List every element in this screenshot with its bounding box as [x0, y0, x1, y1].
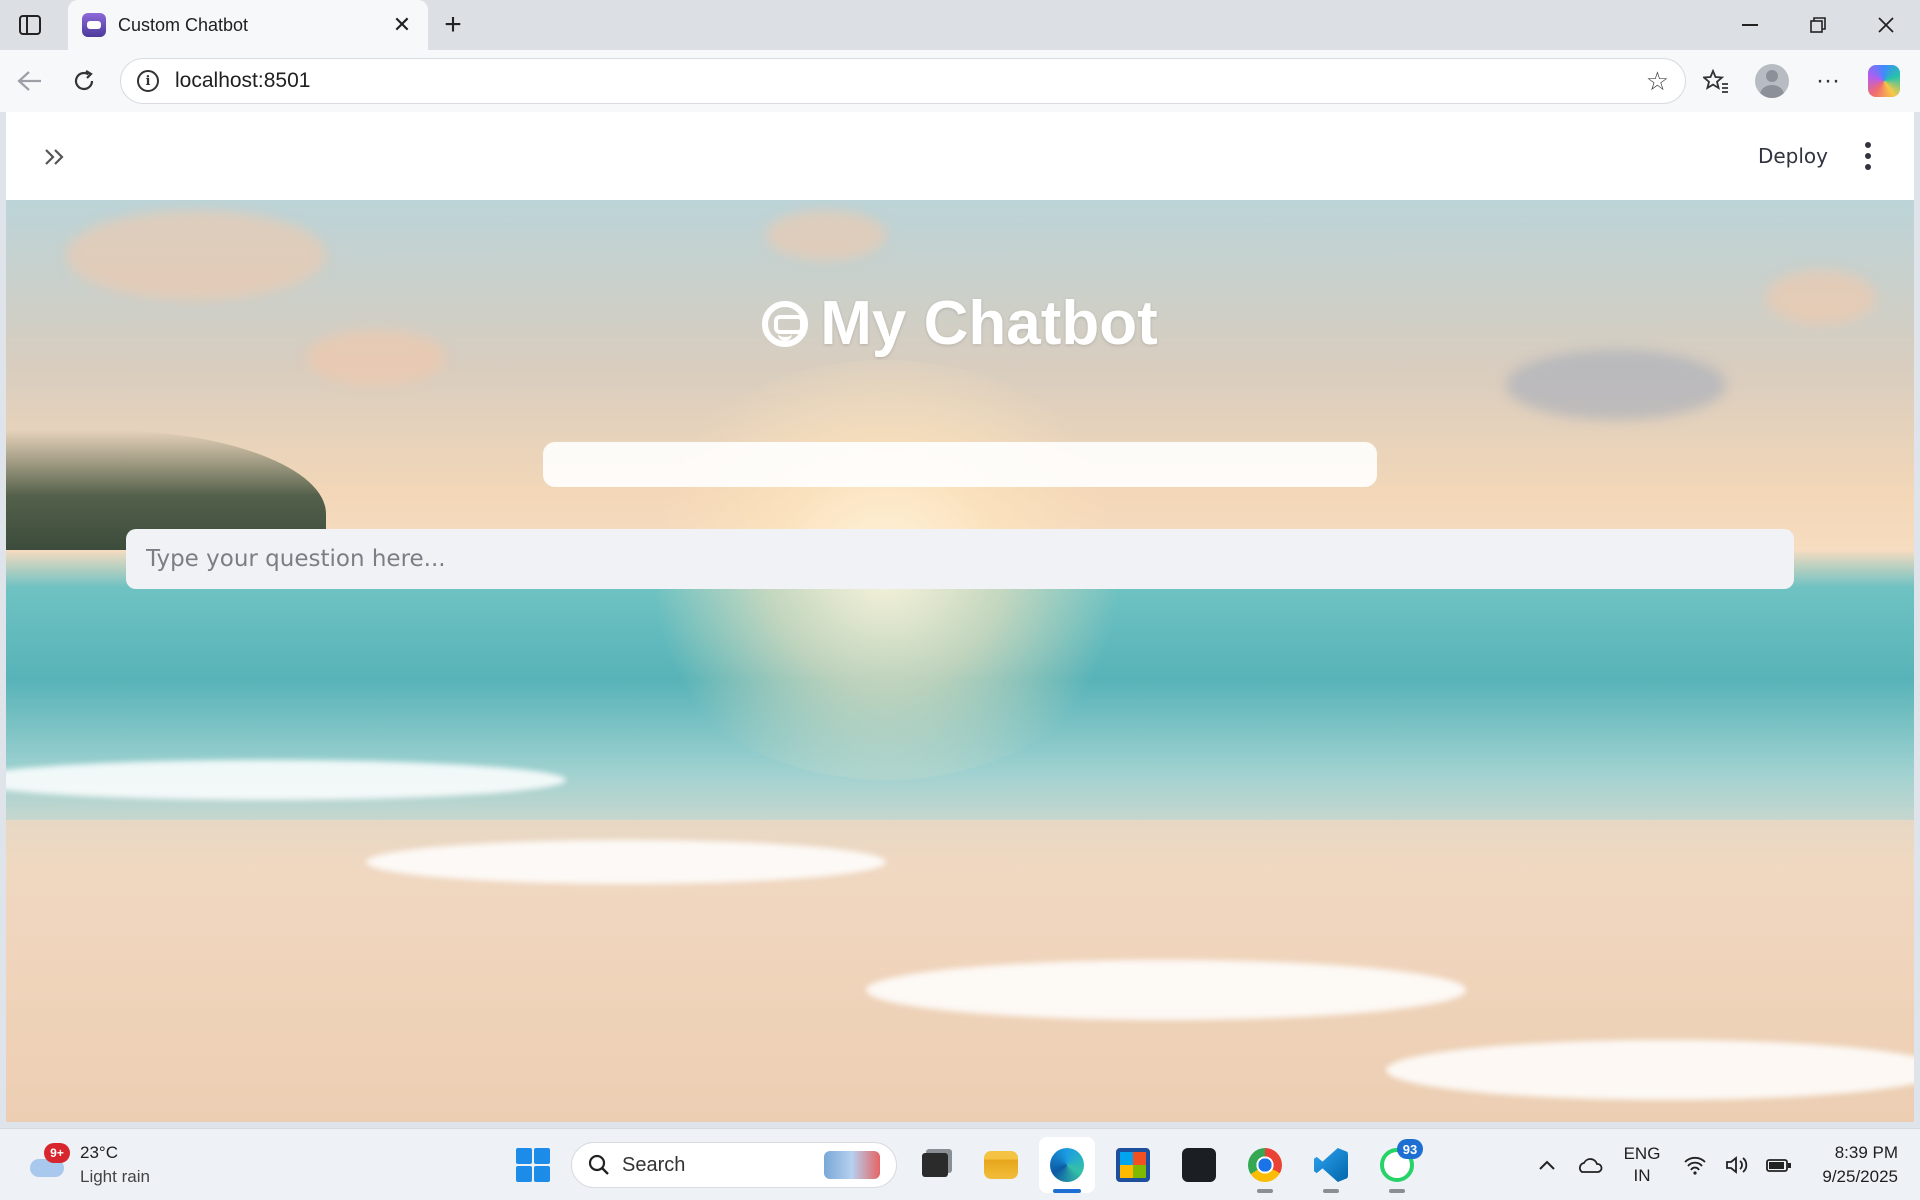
chevron-up-icon[interactable]: [1526, 1144, 1568, 1186]
battery-icon[interactable]: [1758, 1144, 1800, 1186]
wave-foam: [866, 960, 1466, 1020]
site-info-icon[interactable]: i: [137, 70, 159, 92]
window-controls: [1716, 0, 1920, 50]
kebab-menu-icon[interactable]: [1862, 142, 1874, 170]
cloud: [1506, 350, 1726, 420]
taskbar-search[interactable]: Search: [571, 1142, 897, 1188]
store-icon[interactable]: [1105, 1137, 1161, 1193]
restore-icon[interactable]: [1784, 0, 1852, 50]
back-icon[interactable]: [12, 63, 48, 99]
chrome-icon[interactable]: [1237, 1137, 1293, 1193]
volume-icon[interactable]: [1716, 1144, 1758, 1186]
wave-foam: [6, 760, 566, 800]
edge-icon[interactable]: [1039, 1137, 1095, 1193]
weather-badge: 9+: [44, 1143, 70, 1163]
deploy-button[interactable]: Deploy: [1758, 140, 1828, 172]
empty-response-box: [543, 442, 1377, 487]
language-indicator[interactable]: ENG IN: [1610, 1143, 1674, 1187]
weather-condition: Light rain: [80, 1167, 150, 1186]
wave-foam: [366, 840, 886, 884]
profile-icon[interactable]: [1744, 58, 1800, 104]
search-label: Search: [622, 1153, 686, 1176]
whatsapp-badge: 93: [1397, 1139, 1423, 1159]
sidebar-expand-icon[interactable]: [40, 142, 70, 172]
file-explorer-icon[interactable]: [973, 1137, 1029, 1193]
favorites-icon[interactable]: [1688, 58, 1744, 104]
browser-toolbar: i localhost:8501 ☆ ···: [0, 50, 1920, 112]
tab-title: Custom Chatbot: [118, 14, 249, 35]
cloud: [66, 210, 326, 300]
refresh-icon[interactable]: [66, 63, 102, 99]
page-title: My Chatbot: [6, 288, 1914, 359]
taskbar-apps: Search 93: [505, 1135, 1425, 1195]
vscode-icon[interactable]: [1303, 1137, 1359, 1193]
clock[interactable]: 8:39 PM 9/25/2025: [1800, 1141, 1920, 1189]
weather-temperature: 23°C: [80, 1143, 118, 1162]
rain-cloud-icon: 9+: [28, 1143, 70, 1183]
github-icon[interactable]: [1171, 1137, 1227, 1193]
url-text[interactable]: localhost:8501: [175, 69, 1646, 93]
tab-actions-icon[interactable]: [10, 8, 50, 42]
toolbar-actions: ···: [1688, 58, 1920, 104]
app-header: Deploy: [6, 112, 1914, 200]
minimize-icon[interactable]: [1716, 0, 1784, 50]
onedrive-icon[interactable]: [1568, 1144, 1610, 1186]
beach-background: My Chatbot: [6, 200, 1914, 1122]
browser-tab-strip: Custom Chatbot ✕ +: [0, 0, 1920, 50]
language-line1: ENG: [1623, 1144, 1661, 1163]
system-tray: ENG IN 8:39 PM 9/25/2025: [1526, 1135, 1920, 1195]
whatsapp-icon[interactable]: 93: [1369, 1137, 1425, 1193]
cloud: [766, 210, 886, 260]
search-icon: [588, 1154, 609, 1175]
browser-tab[interactable]: Custom Chatbot ✕: [68, 0, 428, 50]
address-bar[interactable]: i localhost:8501 ☆: [120, 58, 1686, 104]
favorite-star-icon[interactable]: ☆: [1646, 66, 1669, 97]
new-tab-button[interactable]: +: [436, 8, 470, 42]
close-window-icon[interactable]: [1852, 0, 1920, 50]
close-tab-icon[interactable]: ✕: [390, 12, 414, 38]
clock-date: 9/25/2025: [1822, 1167, 1898, 1186]
question-input[interactable]: [126, 529, 1794, 589]
chatbot-icon: [762, 300, 809, 347]
page-title-text: My Chatbot: [820, 289, 1158, 358]
more-icon[interactable]: ···: [1800, 58, 1856, 104]
clock-time: 8:39 PM: [1834, 1143, 1898, 1162]
copilot-icon[interactable]: [1856, 58, 1912, 104]
search-highlight-art: [824, 1151, 880, 1179]
language-line2: IN: [1633, 1166, 1651, 1185]
app-viewport: Deploy My Chatbot: [6, 112, 1914, 1122]
wave-foam: [1386, 1040, 1914, 1100]
weather-widget[interactable]: 9+ 23°C Light rain: [28, 1139, 150, 1191]
taskbar: 9+ 23°C Light rain Search 93 ENG IN 8:39…: [0, 1128, 1920, 1200]
windows-start-icon[interactable]: [505, 1137, 561, 1193]
task-view-icon[interactable]: [907, 1137, 963, 1193]
chatbot-favicon-icon: [82, 13, 106, 37]
wifi-icon[interactable]: [1674, 1144, 1716, 1186]
